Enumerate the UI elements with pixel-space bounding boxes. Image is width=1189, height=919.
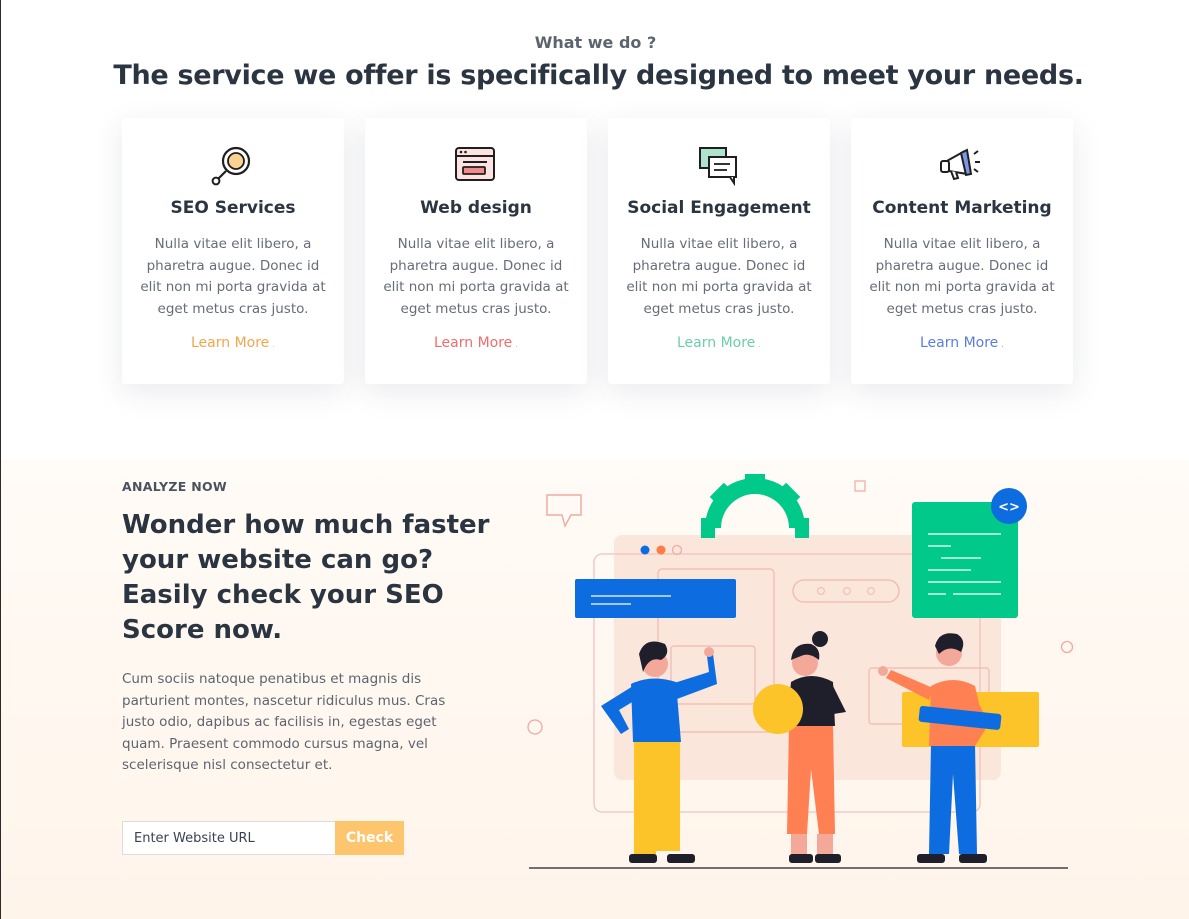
learn-more-link[interactable]: Learn More <box>608 335 830 351</box>
card-description: Nulla vitae elit libero, a pharetra augu… <box>626 236 812 317</box>
code-badge-text: <> <box>998 500 1020 515</box>
check-button[interactable]: Check <box>335 821 404 855</box>
card-title: Content Marketing <box>872 198 1052 218</box>
service-card-web-design: Web design Nulla vitae elit libero, a ph… <box>365 118 587 384</box>
magnifier-icon <box>211 146 251 186</box>
chat-bubbles-icon <box>699 147 737 186</box>
section-headline: The service we offer is specifically des… <box>113 60 1084 91</box>
service-card-seo: SEO Services Nulla vitae elit libero, a … <box>122 118 344 384</box>
card-description: Nulla vitae elit libero, a pharetra augu… <box>140 236 326 317</box>
megaphone-icon <box>940 148 980 181</box>
card-description: Nulla vitae elit libero, a pharetra augu… <box>869 236 1055 317</box>
learn-more-link[interactable]: Learn More <box>851 335 1073 351</box>
website-url-input[interactable] <box>122 821 336 855</box>
learn-more-link[interactable]: Learn More <box>365 335 587 351</box>
section-eyebrow: What we do ? <box>534 33 657 52</box>
learn-more-link[interactable]: Learn More <box>122 335 344 351</box>
card-title: Social Engagement <box>627 198 811 218</box>
analyze-eyebrow: ANALYZE NOW <box>122 479 228 494</box>
card-description: Nulla vitae elit libero, a pharetra augu… <box>383 236 569 317</box>
service-card-social: Social Engagement Nulla vitae elit liber… <box>608 118 830 384</box>
card-title: Web design <box>420 198 532 218</box>
analyze-headline: Wonder how much faster your website can … <box>122 510 490 645</box>
analyze-section: ANALYZE NOW Wonder how much faster your … <box>1 460 1189 919</box>
browser-window-icon <box>455 147 495 181</box>
team-illustration: <> <box>527 474 1074 869</box>
card-title: SEO Services <box>170 198 296 218</box>
service-card-content: Content Marketing Nulla vitae elit liber… <box>851 118 1073 384</box>
services-section: What we do ? The service we offer is spe… <box>1 0 1189 460</box>
analyze-paragraph: Cum sociis natoque penatibus et magnis d… <box>122 671 446 773</box>
